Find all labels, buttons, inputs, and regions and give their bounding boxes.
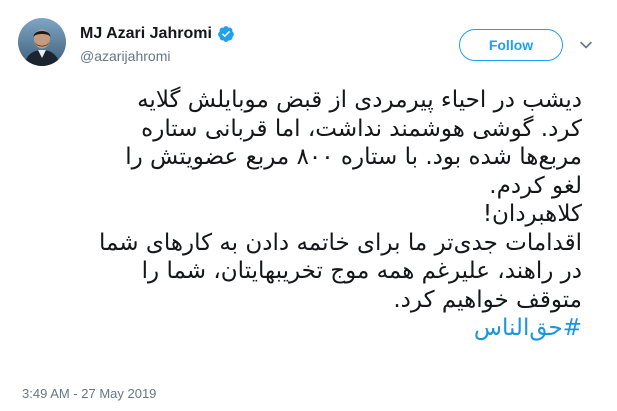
tweet-line: مربع‌ها شده بود. با ستاره ۸۰۰ مربع عضویت… [125,144,582,170]
hashtag-link[interactable]: #حق‌الناس [22,314,582,343]
tweet-line: متوقف خواهیم کرد. [393,286,582,313]
tweet-timestamp[interactable]: 3:49 AM - 27 May 2019 [22,386,156,401]
tweet-header: MJ Azari Jahromi @azarijahromi Follow [18,18,597,74]
avatar[interactable] [18,18,66,66]
author-info: MJ Azari Jahromi @azarijahromi [80,24,235,64]
tweet-card: MJ Azari Jahromi @azarijahromi Follow دی… [0,0,617,411]
tweet-text: دیشب در احیاء پیرمردی از قبض موبایلش گلا… [22,86,582,343]
tweet-line: کلاهبردان! [482,201,582,227]
tweet-line: در راهند، علیرغم همه موج تخریبهایتان، شم… [141,258,582,284]
author-handle[interactable]: @azarijahromi [80,48,235,64]
tweet-line: دیشب در احیاء پیرمردی از قبض موبایلش گلا… [137,87,582,113]
follow-button[interactable]: Follow [459,29,563,61]
chevron-down-icon[interactable] [579,38,593,52]
display-name-row: MJ Azari Jahromi [80,24,235,44]
tweet-line: لغو کردم. [489,172,582,199]
tweet-line: اقدامات جدی‌تر ما برای خاتمه دادن به کار… [98,229,582,256]
display-name[interactable]: MJ Azari Jahromi [80,25,212,43]
tweet-line: کرد. گوشی هوشمند نداشت، اما قربانی ستاره [141,115,582,142]
verified-badge-icon [217,25,235,43]
